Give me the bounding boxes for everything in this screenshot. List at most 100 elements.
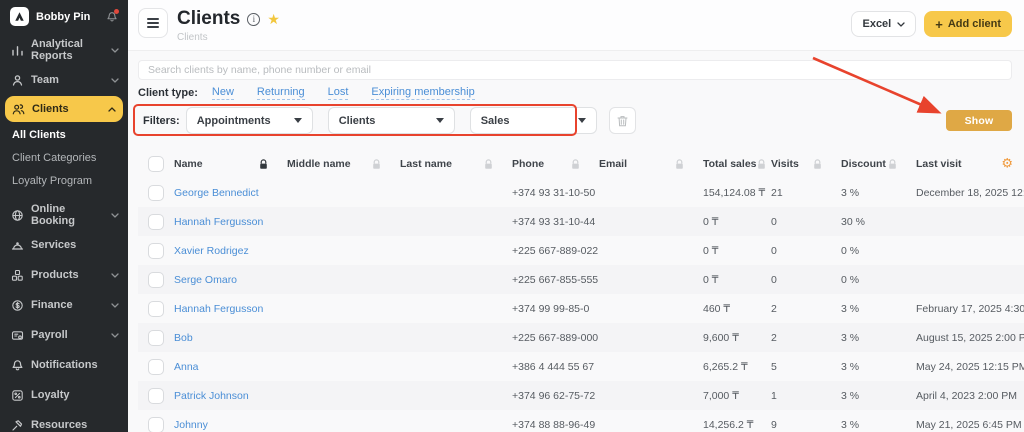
cell-last-visit: December 18, 2025 12:30 PM: [916, 187, 1024, 199]
info-icon[interactable]: i: [247, 13, 260, 26]
sidebar-item-analytical-reports[interactable]: Analytical Reports: [0, 35, 128, 65]
cell-visits: 2: [771, 332, 841, 344]
cell-value: 7,000 ₸: [703, 390, 739, 402]
dollar-coin-icon: [11, 299, 24, 312]
cell-value: +225 667-855-555: [512, 274, 598, 286]
client-name-link[interactable]: Anna: [174, 361, 199, 373]
client-type-link-new[interactable]: New: [212, 86, 234, 100]
filter-dropdown-clients[interactable]: Clients: [328, 107, 455, 134]
client-name-link[interactable]: George Bennedict: [174, 187, 259, 199]
cell-discount: 3 %: [841, 303, 916, 315]
cell-name[interactable]: Bob: [174, 332, 287, 344]
column-label: Middle name: [287, 158, 351, 170]
hamburger-menu-button[interactable]: [138, 8, 168, 38]
cell-visits: 5: [771, 361, 841, 373]
cell-phone: +374 93 31-10-44: [512, 216, 599, 228]
column-header-middle-name[interactable]: Middle name: [287, 158, 400, 170]
lock-icon: [484, 159, 493, 170]
row-checkbox[interactable]: [148, 417, 164, 432]
cell-name[interactable]: Hannah Fergusson: [174, 216, 287, 228]
sidebar-item-resources[interactable]: Resources: [0, 410, 128, 432]
cell-value: 3 %: [841, 332, 859, 344]
column-header-name[interactable]: Name: [174, 158, 287, 170]
column-header-visits[interactable]: Visits: [771, 158, 841, 170]
show-button[interactable]: Show: [946, 110, 1012, 131]
sidebar-item-notifications[interactable]: Notifications: [0, 350, 128, 380]
client-name-link[interactable]: Hannah Fergusson: [174, 216, 263, 228]
sidebar-item-label: Client Categories: [12, 152, 96, 164]
notification-bell-icon[interactable]: [106, 11, 118, 23]
cell-discount: 3 %: [841, 361, 916, 373]
sidebar-item-client-categories[interactable]: Client Categories: [0, 146, 128, 169]
row-checkbox[interactable]: [148, 301, 164, 317]
cell-last-visit: February 17, 2025 4:30 PM: [916, 303, 1024, 315]
cell-phone: +225 667-889-000: [512, 332, 599, 344]
client-name-link[interactable]: Hannah Fergusson: [174, 303, 263, 315]
cell-value: 0 ₸: [703, 216, 718, 228]
client-name-link[interactable]: Patrick Johnson: [174, 390, 249, 402]
sidebar-item-clients[interactable]: Clients: [5, 96, 123, 122]
select-all-checkbox[interactable]: [148, 156, 164, 172]
client-name-link[interactable]: Bob: [174, 332, 193, 344]
excel-export-button[interactable]: Excel: [851, 11, 916, 37]
search-input[interactable]: [138, 60, 1012, 80]
row-checkbox[interactable]: [148, 359, 164, 375]
cell-value: 0: [771, 245, 777, 257]
sidebar-item-loyalty[interactable]: Loyalty: [0, 380, 128, 410]
row-checkbox[interactable]: [148, 214, 164, 230]
table-row: Serge Omaro+225 667-855-5550 ₸00 %: [138, 265, 1024, 294]
chevron-down-icon: [897, 22, 905, 27]
bell-icon: [11, 359, 24, 372]
client-type-link-lost[interactable]: Lost: [328, 86, 349, 100]
column-header-total-sales[interactable]: Total sales: [703, 158, 771, 170]
cell-phone: +374 96 62-75-72: [512, 390, 599, 402]
lock-icon: [888, 159, 897, 170]
chart-icon: [11, 44, 24, 57]
row-checkbox[interactable]: [148, 272, 164, 288]
column-settings-gear-icon[interactable]: ⚙: [1001, 158, 1013, 171]
client-type-link-returning[interactable]: Returning: [257, 86, 305, 100]
cell-name[interactable]: Hannah Fergusson: [174, 303, 287, 315]
sidebar-item-online-booking[interactable]: Online Booking: [0, 200, 128, 230]
sidebar-item-payroll[interactable]: Payroll: [0, 320, 128, 350]
client-name-link[interactable]: Serge Omaro: [174, 274, 237, 286]
sidebar-item-finance[interactable]: Finance: [0, 290, 128, 320]
cell-last-visit: April 4, 2023 2:00 PM: [916, 390, 1024, 402]
favorite-star-icon[interactable]: ★: [267, 12, 280, 26]
row-checkbox[interactable]: [148, 388, 164, 404]
client-type-link-expiring-membership[interactable]: Expiring membership: [371, 86, 474, 100]
cell-name[interactable]: George Bennedict: [174, 187, 287, 199]
sidebar-item-label: Team: [31, 74, 59, 86]
sidebar-item-services[interactable]: Services: [0, 230, 128, 260]
clients-table: NameMiddle name Last namePhoneEmailTotal …: [138, 150, 1024, 432]
cell-name[interactable]: Anna: [174, 361, 287, 373]
cell-total-sales: 460 ₸: [703, 303, 771, 315]
sidebar-item-loyalty-program[interactable]: Loyalty Program: [0, 169, 128, 192]
sidebar-item-products[interactable]: Products: [0, 260, 128, 290]
add-client-button[interactable]: + Add client: [924, 11, 1012, 37]
clear-filters-trash-button[interactable]: [609, 107, 636, 134]
row-checkbox[interactable]: [148, 243, 164, 259]
filter-dropdown-sales[interactable]: Sales: [470, 107, 597, 134]
checkbox-cell: [138, 214, 174, 230]
filter-dropdown-appointments[interactable]: Appointments: [186, 107, 313, 134]
column-header-discount[interactable]: Discount: [841, 158, 916, 170]
cell-value: 0 ₸: [703, 274, 718, 286]
row-checkbox[interactable]: [148, 330, 164, 346]
cell-phone: +386 4 444 55 67: [512, 361, 599, 373]
column-header-email[interactable]: Email: [599, 158, 703, 170]
column-header-last-name[interactable]: Last name: [400, 158, 512, 170]
client-name-link[interactable]: Johnny: [174, 419, 208, 431]
row-checkbox[interactable]: [148, 185, 164, 201]
column-header-phone[interactable]: Phone: [512, 158, 599, 170]
cell-name[interactable]: Johnny: [174, 419, 287, 431]
cell-name[interactable]: Patrick Johnson: [174, 390, 287, 402]
cell-name[interactable]: Serge Omaro: [174, 274, 287, 286]
sidebar-item-all-clients[interactable]: All Clients: [0, 123, 128, 146]
cell-last-visit: May 21, 2025 6:45 PM: [916, 419, 1024, 431]
cell-value: 2: [771, 303, 777, 315]
cell-value: February 17, 2025 4:30 PM: [916, 303, 1024, 315]
sidebar-item-team[interactable]: Team: [0, 65, 128, 95]
client-name-link[interactable]: Xavier Rodrigez: [174, 245, 249, 257]
cell-name[interactable]: Xavier Rodrigez: [174, 245, 287, 257]
